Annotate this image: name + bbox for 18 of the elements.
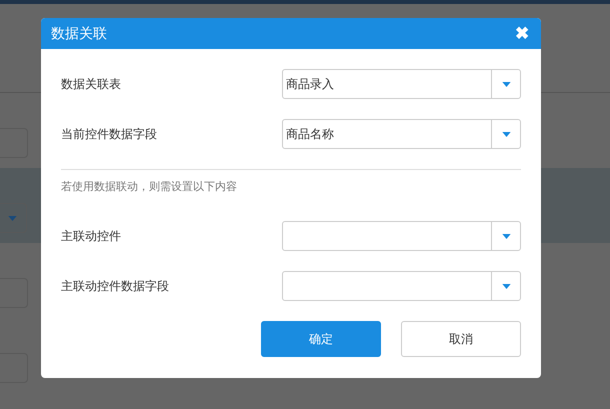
hint-text: 若使用数据联动，则需设置以下内容 xyxy=(61,179,238,194)
dialog-title: 数据关联 xyxy=(51,24,107,42)
field-label: 主联动控件数据字段 xyxy=(61,278,169,294)
caret-icon xyxy=(8,216,17,221)
dropdown[interactable] xyxy=(282,271,521,301)
dropdown[interactable]: 商品录入 xyxy=(282,69,521,99)
confirm-button[interactable]: 确定 xyxy=(261,321,381,357)
cancel-button[interactable]: 取消 xyxy=(401,321,521,357)
field-label: 当前控件数据字段 xyxy=(61,126,157,142)
caret-icon xyxy=(502,234,510,238)
dropdown[interactable] xyxy=(282,221,521,251)
close-button[interactable]: ✖ xyxy=(515,25,529,42)
field-label: 主联动控件 xyxy=(61,228,121,244)
field-label: 数据关联表 xyxy=(61,76,121,92)
dropdown[interactable]: 商品名称 xyxy=(282,119,521,149)
caret-icon xyxy=(502,284,510,288)
caret-icon xyxy=(502,132,510,136)
caret-icon xyxy=(502,82,510,86)
